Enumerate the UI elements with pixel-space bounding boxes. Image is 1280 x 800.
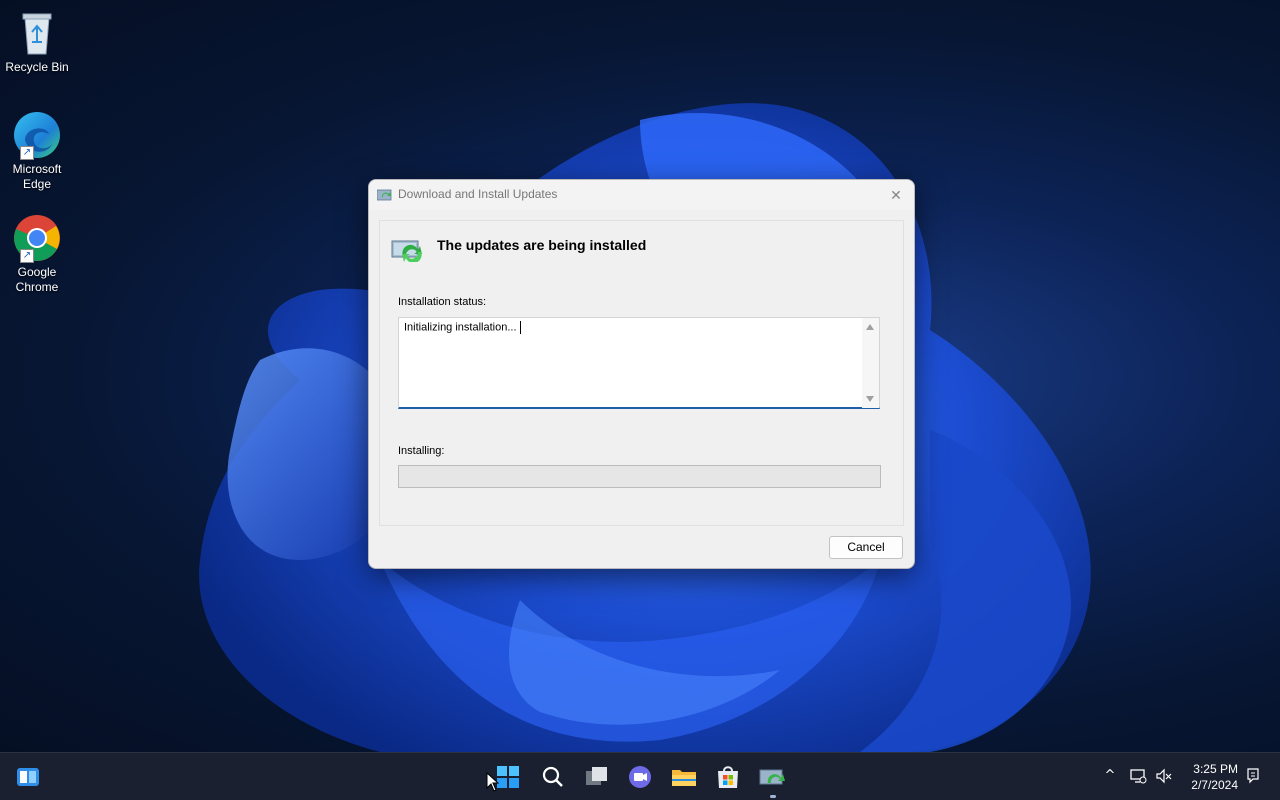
recycle-bin-icon — [12, 8, 62, 58]
speaker-muted-icon[interactable] — [1155, 767, 1173, 785]
close-button[interactable]: ✕ — [884, 184, 908, 206]
status-text: Initializing installation... — [404, 321, 521, 334]
network-icon[interactable] — [1129, 767, 1147, 785]
dialog-titlebar[interactable]: Download and Install Updates ✕ — [369, 180, 914, 210]
install-progress-bar — [398, 465, 881, 488]
task-view-icon[interactable] — [581, 761, 613, 793]
shortcut-arrow-icon: ↗ — [20, 249, 34, 263]
clock-date: 2/7/2024 — [1191, 778, 1238, 792]
edge-icon: ↗ — [12, 110, 62, 160]
desktop-icon-label: Recycle Bin — [5, 60, 69, 74]
file-explorer-icon[interactable] — [668, 761, 700, 793]
cancel-button[interactable]: Cancel — [829, 536, 903, 559]
update-installer-icon[interactable] — [756, 761, 788, 793]
store-icon[interactable] — [712, 761, 744, 793]
update-installer-icon — [377, 189, 392, 201]
desktop-icon-label: Google Chrome — [15, 265, 59, 294]
scroll-up-icon[interactable] — [866, 324, 874, 330]
dialog-title: Download and Install Updates — [398, 187, 558, 201]
installation-status-textbox[interactable]: Initializing installation... — [398, 317, 880, 409]
search-icon[interactable] — [537, 761, 569, 793]
widgets-icon[interactable] — [12, 761, 44, 793]
taskbar: ^ 3:25 PM 2/7/2024 — [0, 752, 1280, 800]
close-icon: ✕ — [890, 187, 902, 203]
desktop-icon-recycle-bin[interactable]: Recycle Bin — [2, 8, 72, 75]
mouse-cursor-icon — [486, 772, 500, 792]
active-app-indicator — [770, 795, 776, 798]
status-text-value: Initializing installation... — [404, 321, 517, 334]
chevron-up-icon[interactable]: ^ — [1101, 767, 1119, 785]
text-caret — [519, 321, 521, 334]
notification-icon[interactable] — [1244, 767, 1262, 785]
desktop-icon-edge[interactable]: ↗ Microsoft Edge — [2, 110, 72, 192]
installation-status-label: Installation status: — [398, 296, 487, 308]
clock-time: 3:25 PM — [1193, 762, 1238, 776]
shortcut-arrow-icon: ↗ — [20, 146, 34, 160]
update-dialog: Download and Install Updates ✕ The updat… — [368, 179, 915, 569]
installing-label: Installing: — [398, 445, 445, 457]
chrome-icon: ↗ — [12, 213, 62, 263]
desktop-icon-label: Microsoft Edge — [12, 162, 62, 191]
dialog-content: The updates are being installed Installa… — [379, 220, 904, 526]
desktop-icon-chrome[interactable]: ↗ Google Chrome — [2, 213, 72, 295]
chat-icon[interactable] — [624, 761, 656, 793]
dialog-heading: The updates are being installed — [437, 237, 647, 253]
system-clock[interactable]: 3:25 PM 2/7/2024 — [1191, 761, 1238, 793]
status-scrollbar[interactable] — [862, 318, 879, 408]
scroll-down-icon[interactable] — [866, 396, 874, 402]
update-installer-icon — [391, 240, 422, 262]
